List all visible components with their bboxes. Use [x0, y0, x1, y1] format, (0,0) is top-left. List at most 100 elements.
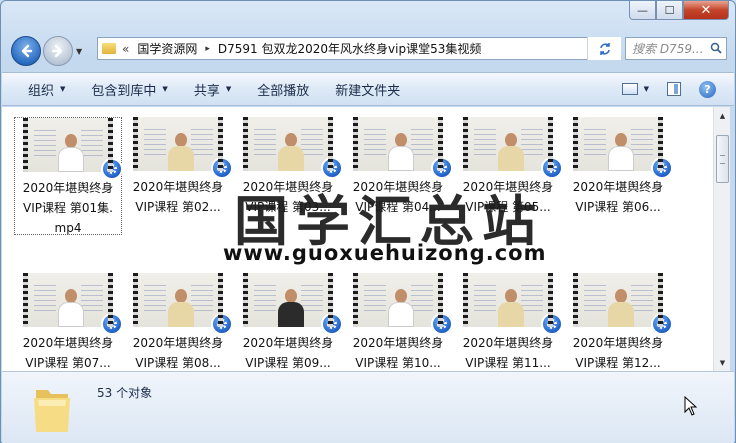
file-name-line: VIP课程 第07... — [25, 356, 111, 370]
video-thumbnail — [23, 118, 123, 180]
media-player-icon — [321, 157, 343, 179]
chevron-down-icon: ▼ — [162, 85, 168, 93]
forward-button[interactable] — [43, 36, 73, 66]
scroll-down-arrow[interactable]: ▼ — [714, 354, 731, 371]
file-item[interactable]: 2020年堪舆终身 VIP课程 第07... — [14, 273, 123, 371]
file-name-line: VIP课程 第12... — [575, 356, 661, 370]
file-name-line: VIP课程 第03... — [245, 200, 331, 214]
file-name-line: VIP课程 第05... — [465, 200, 551, 214]
file-name-line: 2020年堪舆终身 — [132, 180, 224, 194]
file-name-line: VIP课程 第01集. — [23, 201, 113, 215]
breadcrumb-current[interactable]: D7591 包双龙2020年风水终身vip课堂53集视频 — [218, 40, 481, 57]
breadcrumb-separator[interactable]: ▸ — [205, 44, 210, 54]
search-placeholder: 搜索 D759... — [632, 42, 704, 56]
file-item[interactable]: 2020年堪舆终身 VIP课程 第10... — [344, 273, 453, 371]
file-name-line: VIP课程 第09... — [245, 356, 331, 370]
close-button[interactable]: ✕ — [683, 1, 729, 20]
file-name: 2020年堪舆终身 VIP课程 第12... — [564, 333, 672, 371]
mouse-cursor-icon — [684, 396, 698, 416]
video-thumbnail — [573, 273, 673, 335]
file-name: 2020年堪舆终身 VIP课程 第01集. mp4 — [15, 178, 121, 238]
share-menu[interactable]: 共享 ▼ — [181, 80, 244, 99]
hidden-crumbs-chevron[interactable]: « — [122, 42, 129, 56]
media-player-icon — [431, 157, 453, 179]
file-name-line: 2020年堪舆终身 — [462, 336, 554, 350]
file-name-line: VIP课程 第10... — [355, 356, 441, 370]
file-name-line: 2020年堪舆终身 — [242, 180, 334, 194]
file-item[interactable]: 2020年堪舆终身 VIP课程 第08... — [124, 273, 233, 371]
command-bar: 组织 ▼ 包含到库中 ▼ 共享 ▼ 全部播放 新建文件夹 ▼ ? — [2, 72, 734, 106]
file-name-line: VIP课程 第11... — [465, 356, 551, 370]
file-list: 2020年堪舆终身 VIP课程 第01集. mp4 2020年堪舆终身 VIP课程 第0… — [2, 107, 713, 371]
media-player-icon — [321, 313, 343, 335]
video-thumbnail — [463, 117, 563, 179]
address-bar[interactable]: « 国学资源网 ▸ D7591 包双龙2020年风水终身vip课堂53集视频 ▼ — [97, 37, 621, 60]
media-player-icon — [651, 313, 673, 335]
video-thumbnail — [133, 273, 233, 335]
file-name-line: 2020年堪舆终身 — [572, 180, 664, 194]
preview-pane-icon[interactable] — [667, 82, 681, 96]
scroll-up-arrow[interactable]: ▲ — [714, 107, 731, 124]
media-player-icon — [431, 313, 453, 335]
caption-buttons: — ☐ ✕ — [629, 1, 729, 20]
arrow-left-icon — [21, 44, 33, 58]
file-name-line: VIP课程 第04... — [355, 200, 441, 214]
file-item[interactable]: 2020年堪舆终身 VIP课程 第05... — [454, 117, 563, 217]
search-icon[interactable] — [710, 42, 722, 54]
play-all-button[interactable]: 全部播放 — [244, 80, 322, 99]
media-player-icon — [211, 313, 233, 335]
change-view-button[interactable]: ▼ — [621, 83, 649, 95]
media-player-icon — [101, 313, 123, 335]
explorer-window: — ☐ ✕ ▼ « 国学资源网 ▸ D7591 包双龙2020年风水终身vip课… — [0, 0, 736, 443]
file-item[interactable]: 2020年堪舆终身 VIP课程 第12... — [564, 273, 673, 371]
file-name: 2020年堪舆终身 VIP课程 第02... — [124, 177, 232, 217]
file-item[interactable]: 2020年堪舆终身 VIP课程 第01集. mp4 — [14, 117, 123, 238]
search-input[interactable]: 搜索 D759... — [625, 37, 727, 60]
file-name-line: VIP课程 第02... — [135, 200, 221, 214]
chevron-down-icon: ▼ — [643, 85, 649, 93]
file-name-line: 2020年堪舆终身 — [352, 180, 444, 194]
file-name: 2020年堪舆终身 VIP课程 第06... — [564, 177, 672, 217]
include-in-library-menu[interactable]: 包含到库中 ▼ — [78, 80, 180, 99]
back-button[interactable] — [11, 36, 41, 66]
file-name: 2020年堪舆终身 VIP课程 第04... — [344, 177, 452, 217]
item-count: 53 个对象 — [97, 386, 153, 400]
video-thumbnail — [353, 273, 453, 335]
file-name: 2020年堪舆终身 VIP课程 第11... — [454, 333, 562, 371]
organize-menu[interactable]: 组织 ▼ — [2, 80, 78, 99]
video-thumbnail — [353, 117, 453, 179]
file-item[interactable]: 2020年堪舆终身 VIP课程 第02... — [124, 117, 233, 217]
file-name-line: 2020年堪舆终身 — [462, 180, 554, 194]
minimize-button[interactable]: — — [629, 1, 656, 20]
file-item[interactable]: 2020年堪舆终身 VIP课程 第04... — [344, 117, 453, 217]
breadcrumb-root[interactable]: 国学资源网 — [137, 40, 197, 57]
details-pane: 53 个对象 — [2, 371, 734, 443]
vertical-scrollbar[interactable]: ▲ ▼ — [713, 107, 730, 371]
new-folder-button[interactable]: 新建文件夹 — [322, 80, 413, 99]
file-name-line: 2020年堪舆终身 — [132, 336, 224, 350]
refresh-button[interactable] — [587, 37, 621, 60]
file-item[interactable]: 2020年堪舆终身 VIP课程 第09... — [234, 273, 343, 371]
folder-icon — [34, 390, 70, 432]
media-player-icon — [211, 157, 233, 179]
scrollbar-thumb[interactable] — [716, 135, 729, 183]
chevron-down-icon: ▼ — [60, 85, 66, 93]
file-name: 2020年堪舆终身 VIP课程 第08... — [124, 333, 232, 371]
video-thumbnail — [463, 273, 563, 335]
file-item[interactable]: 2020年堪舆终身 VIP课程 第06... — [564, 117, 673, 217]
file-item[interactable]: 2020年堪舆终身 VIP课程 第03... — [234, 117, 343, 217]
recent-pages-button[interactable]: ▼ — [76, 47, 86, 56]
media-player-icon — [651, 157, 673, 179]
file-item[interactable]: 2020年堪舆终身 VIP课程 第11... — [454, 273, 563, 371]
file-name-line: VIP课程 第06... — [575, 200, 661, 214]
file-name-line: 2020年堪舆终身 — [242, 336, 334, 350]
folder-icon — [102, 43, 116, 54]
file-name-line: 2020年堪舆终身 — [22, 336, 114, 350]
navigation-bar: ▼ « 国学资源网 ▸ D7591 包双龙2020年风水终身vip课堂53集视频… — [11, 34, 727, 68]
help-icon[interactable]: ? — [699, 80, 716, 98]
file-name: 2020年堪舆终身 VIP课程 第05... — [454, 177, 562, 217]
video-thumbnail — [23, 273, 123, 335]
maximize-button[interactable]: ☐ — [656, 1, 683, 20]
video-thumbnail — [243, 117, 343, 179]
media-player-icon — [101, 158, 123, 180]
